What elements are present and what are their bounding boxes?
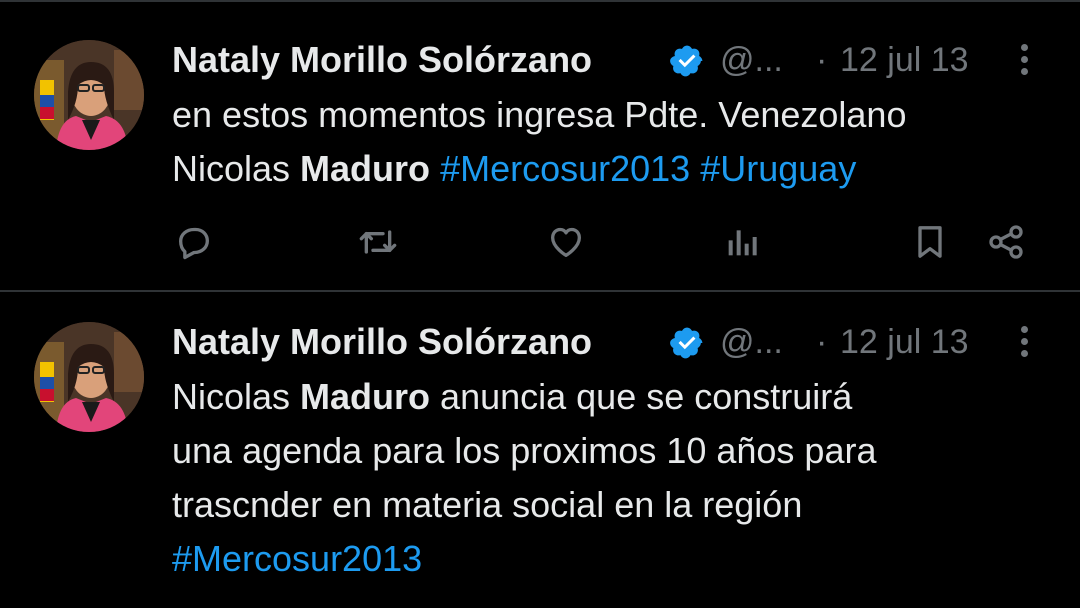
like-icon[interactable]: [544, 220, 588, 264]
user-handle[interactable]: @...: [720, 38, 783, 82]
text-segment: Nicolas: [172, 148, 301, 189]
tweet-text: Nicolas Maduro anuncia que se construirá…: [172, 370, 1052, 586]
reply-icon[interactable]: [172, 220, 216, 264]
tweet[interactable]: Nataly Morillo Solórzano @... · 12 jul 1…: [0, 292, 1080, 608]
highlighted-term: Maduro: [300, 376, 431, 417]
user-handle[interactable]: @...: [720, 320, 783, 364]
separator-dot: ·: [816, 323, 828, 361]
verified-badge-icon: [670, 327, 703, 359]
tweet-text: en estos momentos ingresa Pdte. Venezola…: [172, 88, 1052, 196]
hashtag-link[interactable]: #Uruguay: [700, 148, 856, 189]
tweet-header: Nataly Morillo Solórzano @... · 12 jul 1…: [172, 320, 1042, 364]
views-icon[interactable]: [720, 220, 764, 264]
text-segment: en estos momentos ingresa Pdte. Venezola…: [172, 94, 907, 135]
more-options-icon[interactable]: [1014, 326, 1034, 362]
display-name[interactable]: Nataly Morillo Solórzano: [172, 38, 592, 82]
more-options-icon[interactable]: [1014, 44, 1034, 80]
verified-badge-icon: [670, 45, 703, 77]
avatar[interactable]: [34, 322, 144, 432]
text-segment: anuncia que se construirá: [430, 376, 853, 417]
separator-dot: ·: [816, 41, 828, 79]
tweet-actions: [0, 220, 1080, 264]
hashtag-link[interactable]: #Mercosur2013: [172, 538, 422, 579]
tweet-date[interactable]: 12 jul 13: [840, 38, 969, 82]
share-icon[interactable]: [984, 220, 1028, 264]
tweet-date[interactable]: 12 jul 13: [840, 320, 969, 364]
text-segment: Nicolas: [172, 376, 301, 417]
tweet-header: Nataly Morillo Solórzano @... · 12 jul 1…: [172, 38, 1042, 82]
text-segment: trascnder en materia social en la región: [172, 484, 803, 525]
bookmark-icon[interactable]: [908, 220, 952, 264]
tweet[interactable]: Nataly Morillo Solórzano @... · 12 jul 1…: [0, 0, 1080, 292]
text-segment: [430, 148, 440, 189]
avatar[interactable]: [34, 40, 144, 150]
text-segment: una agenda para los proximos 10 años par…: [172, 430, 877, 471]
retweet-icon[interactable]: [356, 220, 400, 264]
highlighted-term: Maduro: [300, 148, 431, 189]
text-segment: [690, 148, 700, 189]
hashtag-link[interactable]: #Mercosur2013: [440, 148, 690, 189]
display-name[interactable]: Nataly Morillo Solórzano: [172, 320, 592, 364]
